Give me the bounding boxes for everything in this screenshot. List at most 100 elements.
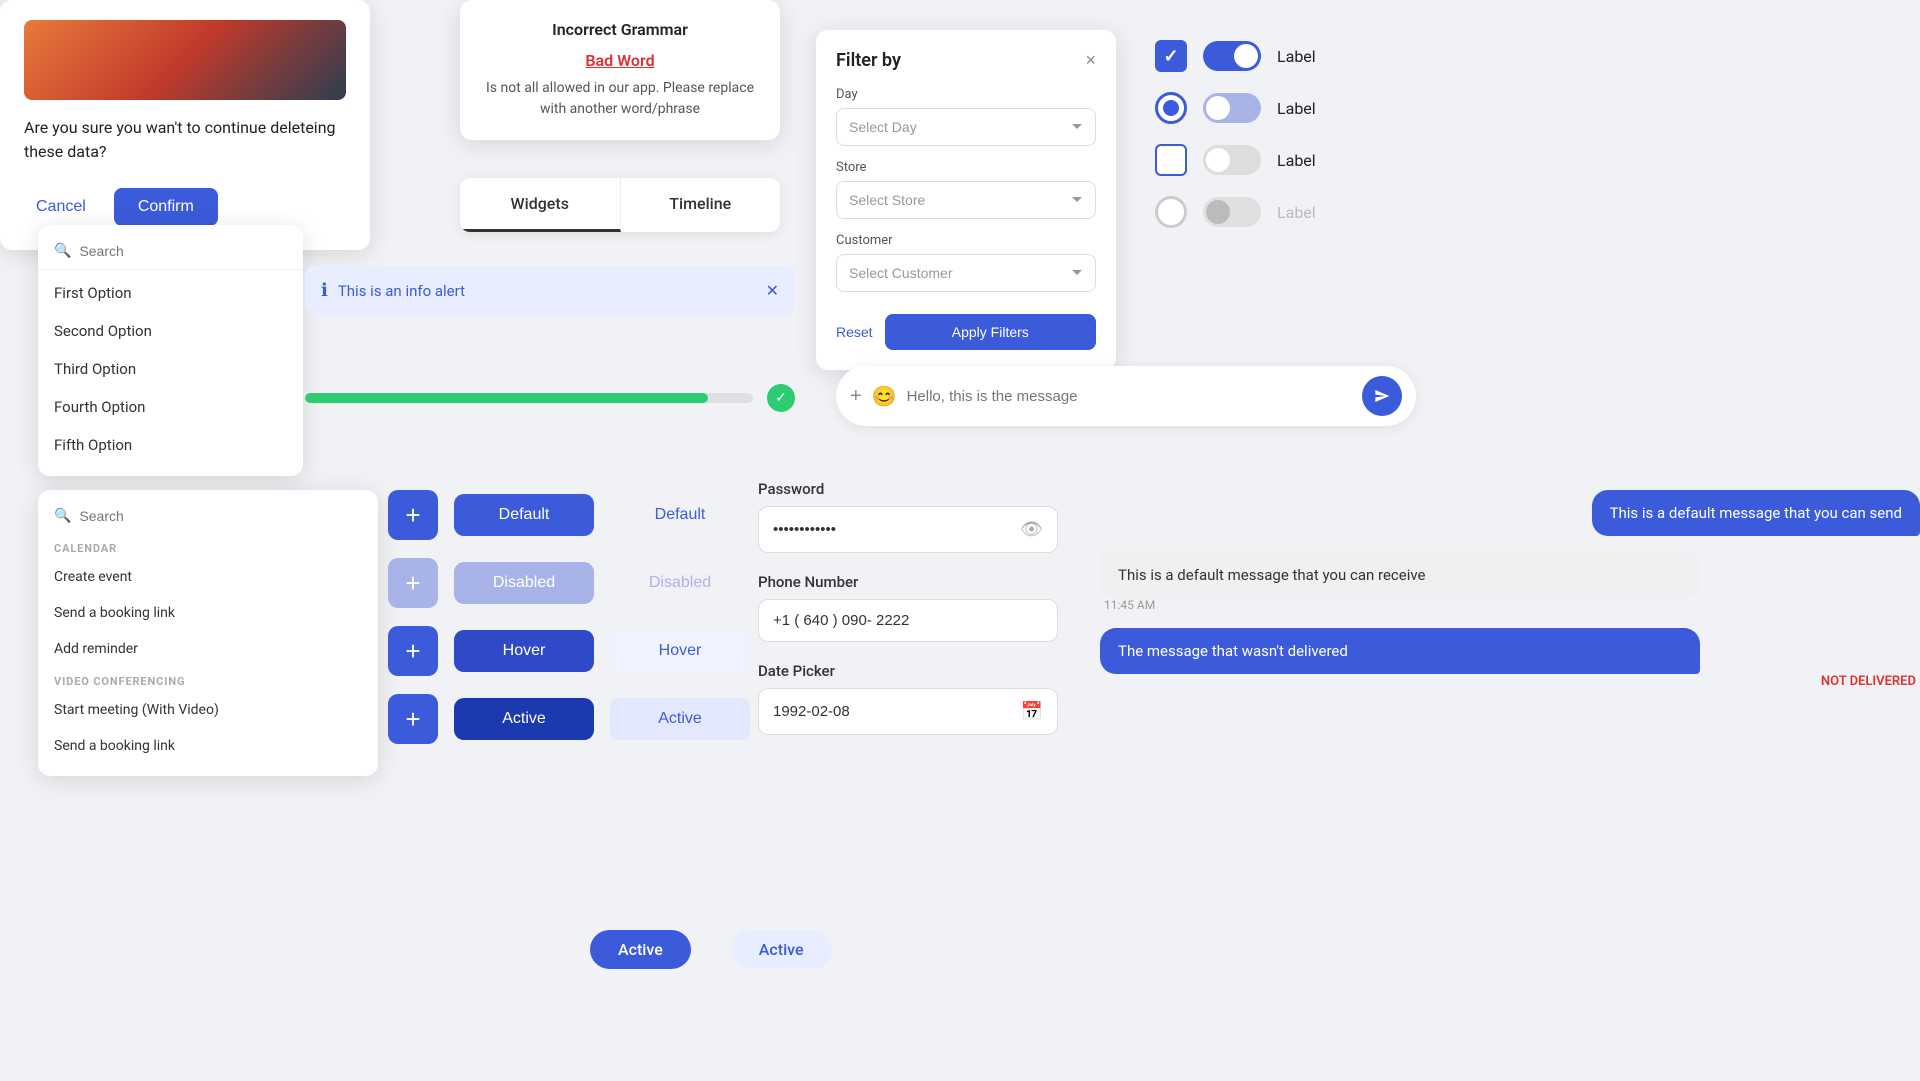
dropdown-list-2: 🔍 CALENDAR Create event Send a booking l… [38, 490, 378, 776]
tab-timeline[interactable]: Timeline [621, 178, 781, 232]
toggle-label-1: Label [1277, 47, 1316, 66]
password-input[interactable] [773, 521, 1020, 538]
controls-panel: ✓ Label Label Label Label [1155, 40, 1316, 228]
cancel-button[interactable]: Cancel [24, 190, 98, 224]
toggle-on[interactable] [1203, 41, 1261, 71]
plus-button-disabled: + [388, 558, 438, 608]
add-reminder-item[interactable]: Add reminder [38, 631, 378, 667]
confirm-button[interactable]: Confirm [114, 188, 218, 226]
store-select[interactable]: Select Store [836, 181, 1096, 219]
list-item-4[interactable]: Fourth Option [38, 388, 303, 426]
date-input[interactable] [773, 703, 1021, 720]
emoji-button[interactable]: 😊 [872, 384, 897, 409]
list-item-1[interactable]: First Option [38, 274, 303, 312]
chat-received-message: This is a default message that you can r… [1100, 552, 1700, 598]
password-input-wrap: 👁 [758, 506, 1058, 553]
btn-ghost-active[interactable]: Active [610, 698, 750, 740]
confirm-dialog: Are you sure you wan't to continue delet… [0, 0, 370, 250]
store-label: Store [836, 160, 1096, 175]
btn-main-active[interactable]: Active [454, 698, 594, 740]
date-input-wrap: 📅 [758, 688, 1058, 735]
password-group: Password 👁 [758, 480, 1058, 553]
plus-button-active[interactable]: + [388, 694, 438, 744]
search-input-1[interactable] [79, 243, 287, 259]
search-icon: 🔍 [54, 243, 71, 259]
dropdown-list-1: 🔍 First Option Second Option Third Optio… [38, 225, 303, 476]
toggle-half[interactable] [1203, 93, 1261, 123]
progress-bar-bg [305, 393, 753, 403]
list-item-3[interactable]: Third Option [38, 350, 303, 388]
filter-close-button[interactable]: × [1085, 50, 1096, 71]
tab-widgets[interactable]: Widgets [460, 178, 621, 232]
chat-panel: This is a default message that you can s… [1100, 490, 1920, 689]
alert-text: This is an info alert [338, 282, 465, 300]
send-booking-item[interactable]: Send a booking link [38, 728, 378, 764]
toggle-disabled[interactable] [1203, 197, 1261, 227]
booking-link-item[interactable]: Send a booking link [38, 595, 378, 631]
reset-button[interactable]: Reset [836, 324, 873, 340]
password-label: Password [758, 480, 1058, 498]
phone-group: Phone Number [758, 573, 1058, 642]
date-group: Date Picker 📅 [758, 662, 1058, 735]
confirm-body-text: Are you sure you wan't to continue delet… [24, 116, 346, 164]
toggle-label-4: Label [1277, 203, 1316, 222]
search-input-2[interactable] [79, 508, 362, 524]
message-input[interactable] [907, 388, 1352, 405]
video-section-label: VIDEO CONFERENCING [38, 667, 378, 692]
chat-sent-message: This is a default message that you can s… [1592, 490, 1920, 536]
start-meeting-item[interactable]: Start meeting (With Video) [38, 692, 378, 728]
toggle-knob-4 [1206, 200, 1230, 224]
control-row-3: Label [1155, 144, 1316, 176]
alert-close-button[interactable]: ✕ [766, 281, 779, 301]
eye-icon[interactable]: 👁 [1020, 519, 1043, 540]
checkbox-checked[interactable]: ✓ [1155, 40, 1187, 72]
phone-input[interactable] [773, 612, 1043, 629]
progress-check-icon: ✓ [767, 384, 795, 412]
create-event-item[interactable]: Create event [38, 559, 378, 595]
day-select[interactable]: Select Day [836, 108, 1096, 146]
btn-ghost-default[interactable]: Default [610, 506, 750, 524]
add-attachment-button[interactable]: + [850, 385, 862, 408]
info-icon: ℹ [321, 280, 328, 301]
checkbox-unchecked[interactable] [1155, 144, 1187, 176]
not-delivered-label: NOT DELIVERED [1100, 674, 1920, 689]
status-badges: Active Active [590, 930, 832, 969]
info-alert: ℹ This is an info alert ✕ [305, 266, 795, 315]
btn-main-hover[interactable]: Hover [454, 630, 594, 672]
progress-bar-fill [305, 393, 708, 403]
send-button[interactable] [1362, 376, 1402, 416]
phone-input-wrap [758, 599, 1058, 642]
chat-timestamp: 11:45 AM [1100, 598, 1920, 612]
plus-button-default[interactable]: + [388, 490, 438, 540]
btn-main-disabled: Disabled [454, 562, 594, 604]
radio-checked[interactable] [1155, 92, 1187, 124]
customer-select[interactable]: Select Customer [836, 254, 1096, 292]
calendar-icon[interactable]: 📅 [1021, 701, 1043, 722]
date-label: Date Picker [758, 662, 1058, 680]
search-icon-2: 🔍 [54, 508, 71, 524]
plus-button-hover[interactable]: + [388, 626, 438, 676]
form-fields: Password 👁 Phone Number Date Picker 📅 [758, 480, 1058, 755]
list-item-5[interactable]: Fifth Option [38, 426, 303, 464]
toggle-knob-3 [1206, 148, 1230, 172]
status-badge-2: Active [731, 930, 832, 969]
radio-disabled[interactable] [1155, 196, 1187, 228]
dialog-image [24, 20, 346, 100]
toggle-knob [1234, 44, 1258, 68]
customer-label: Customer [836, 233, 1096, 248]
message-input-area: + 😊 [836, 366, 1416, 426]
toggle-label-2: Label [1277, 99, 1316, 118]
control-row-2: Label [1155, 92, 1316, 124]
btn-main-default[interactable]: Default [454, 494, 594, 536]
bad-word-label: Bad Word [484, 51, 756, 70]
list-item-2[interactable]: Second Option [38, 312, 303, 350]
apply-filters-button[interactable]: Apply Filters [885, 314, 1096, 350]
phone-label: Phone Number [758, 573, 1058, 591]
tabs-bar: Widgets Timeline [460, 178, 780, 232]
chat-failed-message: The message that wasn't delivered [1100, 628, 1700, 674]
toggle-label-3: Label [1277, 151, 1316, 170]
toggle-off[interactable] [1203, 145, 1261, 175]
btn-ghost-disabled: Disabled [610, 574, 750, 592]
progress-bar-wrap: ✓ [305, 384, 795, 412]
btn-ghost-hover[interactable]: Hover [610, 630, 750, 672]
